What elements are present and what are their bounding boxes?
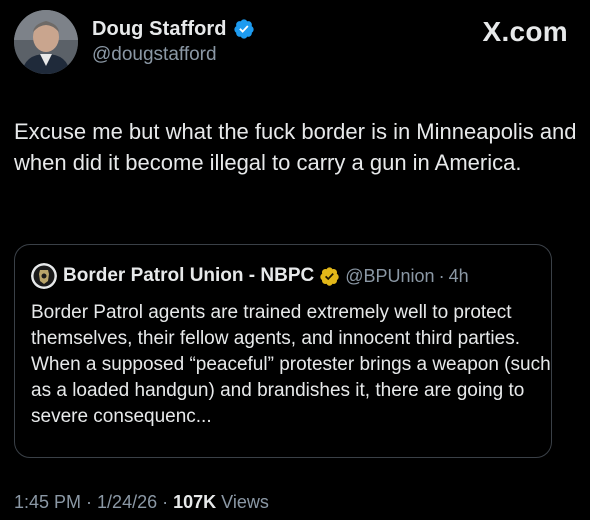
gold-verified-badge-icon bbox=[319, 266, 340, 287]
tweet-time[interactable]: 1:45 PM bbox=[14, 492, 81, 512]
quoted-author-display-name[interactable]: Border Patrol Union - NBPC bbox=[63, 265, 314, 287]
quoted-tweet-header: Border Patrol Union - NBPC @BPUnion · 4h bbox=[31, 263, 469, 289]
badge-seal-icon bbox=[31, 263, 57, 289]
views-label: Views bbox=[221, 492, 269, 512]
author-handle[interactable]: @dougstafford bbox=[92, 44, 255, 66]
blue-verified-badge-icon bbox=[233, 18, 255, 40]
x-brand-watermark: X.com bbox=[482, 16, 568, 47]
author-avatar-image bbox=[14, 10, 78, 74]
author-avatar[interactable] bbox=[14, 10, 78, 74]
quoted-author-avatar[interactable] bbox=[31, 263, 57, 289]
tweet-header: Doug Stafford @dougstafford X.com bbox=[14, 10, 576, 78]
meta-separator-2: · bbox=[162, 492, 169, 512]
author-names: Doug Stafford @dougstafford bbox=[92, 16, 255, 66]
quoted-header-separator: · bbox=[438, 265, 445, 286]
quoted-tweet-time[interactable]: 4h bbox=[449, 266, 469, 287]
quoted-author-handle[interactable]: @BPUnion bbox=[345, 266, 434, 287]
display-name-row: Doug Stafford bbox=[92, 16, 255, 42]
views-count: 107K bbox=[173, 492, 217, 512]
author-display-name[interactable]: Doug Stafford bbox=[92, 18, 227, 41]
tweet-meta: 1:45 PM · 1/24/26 · 107K Views bbox=[14, 492, 269, 513]
quoted-tweet-card[interactable]: Border Patrol Union - NBPC @BPUnion · 4h… bbox=[14, 244, 552, 458]
tweet-text: Excuse me but what the fuck border is in… bbox=[14, 119, 577, 175]
quoted-tweet-text: Border Patrol agents are trained extreme… bbox=[31, 302, 551, 427]
tweet-date[interactable]: 1/24/26 bbox=[97, 492, 157, 512]
meta-separator: · bbox=[86, 492, 93, 512]
